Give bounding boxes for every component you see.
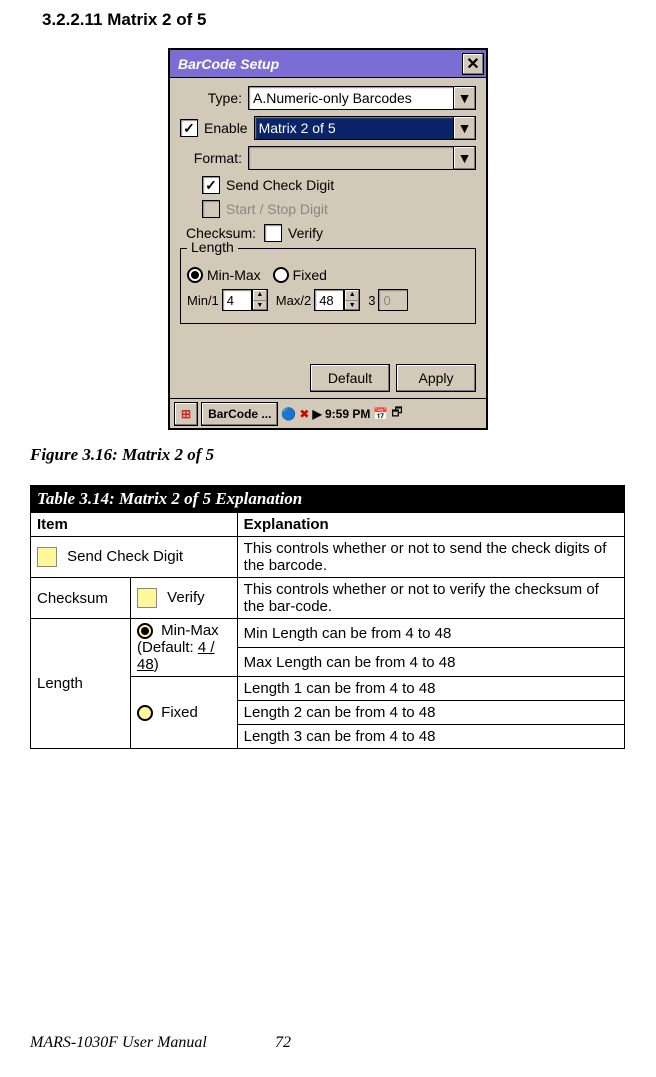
taskbar-clock: ▶ 9:59 PM — [312, 407, 370, 421]
windows-icon: ⊞ — [181, 407, 191, 421]
minmax-label: Min-Max — [207, 267, 261, 283]
max2-spinner[interactable]: ▲▼ — [344, 289, 360, 311]
table-cell: This controls whether or not to verify t… — [237, 578, 624, 619]
table-cell: Length 3 can be from 4 to 48 — [237, 725, 624, 749]
footer-page-number: 72 — [275, 1034, 291, 1052]
explanation-table: Table 3.14: Matrix 2 of 5 Explanation It… — [30, 485, 625, 749]
start-button[interactable]: ⊞ — [174, 402, 198, 426]
section-heading: 3.2.2.11 Matrix 2 of 5 — [42, 10, 626, 30]
radio-selected-icon — [137, 623, 153, 639]
start-stop-digit-checkbox — [202, 200, 220, 218]
type-value: A.Numeric-only Barcodes — [253, 90, 412, 106]
table-cell: Min Length can be from 4 to 48 — [237, 619, 624, 648]
fixed-radio[interactable] — [273, 267, 289, 283]
chevron-down-icon: ▼ — [453, 147, 475, 169]
enable-label: Enable — [204, 120, 248, 136]
barcode-setup-window: BarCode Setup ✕ Type: A.Numeric-only Bar… — [168, 48, 488, 430]
table-cell: This controls whether or not to send the… — [237, 537, 624, 578]
min1-spinner[interactable]: ▲▼ — [252, 289, 268, 311]
screenshot-container: BarCode Setup ✕ Type: A.Numeric-only Bar… — [30, 48, 626, 430]
enable-checkbox[interactable]: ✓ — [180, 119, 198, 137]
verify-checkbox[interactable] — [264, 224, 282, 242]
table-cell: Fixed — [131, 677, 238, 749]
send-check-digit-label: Send Check Digit — [226, 177, 334, 193]
table-title: Table 3.14: Matrix 2 of 5 Explanation — [31, 486, 625, 513]
format-dropdown: ▼ — [248, 146, 476, 170]
close-button[interactable]: ✕ — [462, 53, 484, 75]
tray-icon: 📅 — [373, 407, 388, 421]
figure-caption: Figure 3.16: Matrix 2 of 5 — [30, 445, 626, 465]
table-cell: Length 2 can be from 4 to 48 — [237, 701, 624, 725]
length-legend: Length — [187, 239, 238, 255]
close-icon: ✕ — [466, 54, 479, 74]
checkbox-icon — [137, 588, 157, 608]
default-button[interactable]: Default — [310, 364, 390, 392]
table-cell: Send Check Digit — [31, 537, 238, 578]
footer-manual-name: MARS-1030F User Manual — [30, 1034, 207, 1052]
three-input: 0 — [378, 289, 408, 311]
format-label: Format: — [180, 150, 242, 166]
table-cell: Max Length can be from 4 to 48 — [237, 648, 624, 677]
table-cell: Verify — [131, 578, 238, 619]
table-cell: Min-Max (Default: 4 / 48) — [131, 619, 238, 677]
minmax-radio[interactable] — [187, 267, 203, 283]
type-label: Type: — [180, 90, 242, 106]
tray-icon: 🔵 — [281, 407, 296, 421]
titlebar: BarCode Setup ✕ — [170, 50, 486, 78]
verify-label: Verify — [288, 225, 323, 241]
table-cell: Length 1 can be from 4 to 48 — [237, 677, 624, 701]
table-cell: Checksum — [31, 578, 131, 619]
chevron-down-icon: ▼ — [453, 117, 475, 139]
table-header-explanation: Explanation — [237, 513, 624, 537]
checkbox-icon — [37, 547, 57, 567]
radio-icon — [137, 705, 153, 721]
three-label: 3 — [368, 293, 375, 308]
chevron-down-icon: ▼ — [453, 87, 475, 109]
tray-icon: 🗗 — [391, 403, 402, 424]
max2-label: Max/2 — [276, 293, 311, 308]
type-dropdown[interactable]: A.Numeric-only Barcodes ▼ — [248, 86, 476, 110]
enable-value: Matrix 2 of 5 — [259, 120, 336, 136]
min1-input[interactable]: 4 — [222, 289, 252, 311]
window-title: BarCode Setup — [178, 56, 279, 72]
taskbar-app-button[interactable]: BarCode ... — [201, 402, 278, 426]
fixed-label: Fixed — [293, 267, 327, 283]
form-area: Type: A.Numeric-only Barcodes ▼ ✓ Enable… — [170, 78, 486, 398]
tray-icon: ✖ — [299, 407, 309, 421]
min1-label: Min/1 — [187, 293, 219, 308]
apply-button[interactable]: Apply — [396, 364, 476, 392]
start-stop-digit-label: Start / Stop Digit — [226, 201, 328, 217]
enable-dropdown[interactable]: Matrix 2 of 5 ▼ — [254, 116, 476, 140]
max2-input[interactable]: 48 — [314, 289, 344, 311]
taskbar: ⊞ BarCode ... 🔵 ✖ ▶ 9:59 PM 📅 🗗 — [170, 398, 486, 428]
table-cell: Length — [31, 619, 131, 749]
table-header-item: Item — [31, 513, 238, 537]
send-check-digit-checkbox[interactable]: ✓ — [202, 176, 220, 194]
length-fieldset: Length Min-Max Fixed Min/1 4 ▲▼ Max/2 48… — [180, 248, 476, 324]
